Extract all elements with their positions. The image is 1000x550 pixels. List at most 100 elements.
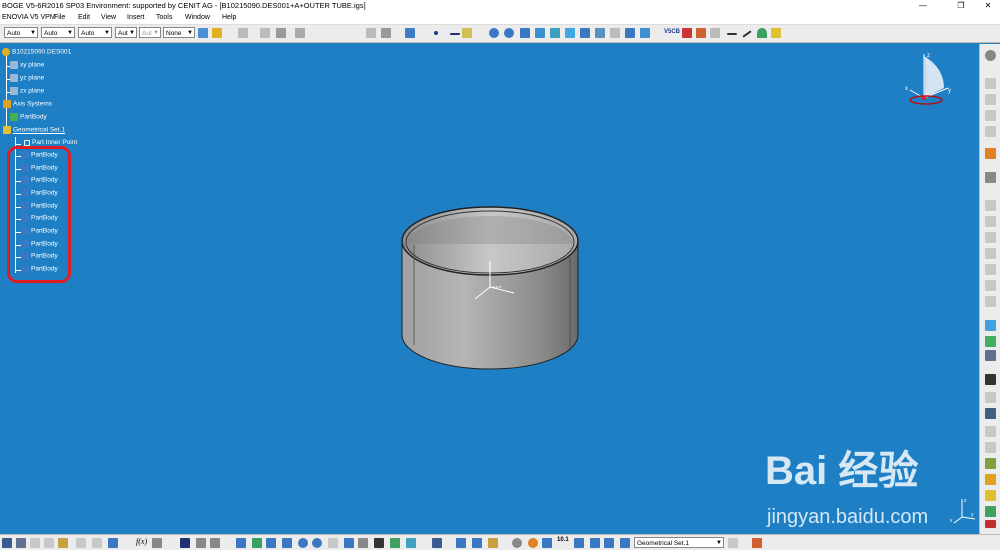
geometrical-set-icon[interactable] xyxy=(620,538,630,548)
layer-combo[interactable]: None ▼ xyxy=(163,27,195,38)
point-icon[interactable] xyxy=(434,31,438,35)
boundary-icon[interactable] xyxy=(640,28,650,38)
extrude-icon[interactable] xyxy=(489,28,499,38)
tool-icon[interactable] xyxy=(432,538,442,548)
close-button[interactable]: ✕ xyxy=(977,0,999,12)
save-all-icon[interactable] xyxy=(16,538,26,548)
tool-icon[interactable] xyxy=(985,442,996,453)
tool-icon[interactable] xyxy=(542,538,552,548)
tool-icon[interactable] xyxy=(528,538,538,548)
compass-icon[interactable]: z y x xyxy=(900,48,960,110)
tool-icon[interactable] xyxy=(985,296,996,307)
pan-icon[interactable] xyxy=(266,538,276,548)
tool-icon[interactable] xyxy=(196,538,206,548)
table-icon[interactable] xyxy=(180,538,190,548)
rotate-icon[interactable] xyxy=(282,538,292,548)
painter-icon[interactable] xyxy=(198,28,208,38)
point-symbol-combo[interactable]: Aut ▼ xyxy=(139,27,161,38)
tool-icon[interactable] xyxy=(472,538,482,548)
menu-file[interactable]: File xyxy=(54,14,65,21)
layer-filter-icon[interactable] xyxy=(238,28,248,38)
surface-tool-icon[interactable] xyxy=(985,336,996,347)
drawing-icon[interactable] xyxy=(771,28,781,38)
line-icon[interactable] xyxy=(450,33,460,35)
analysis-icon[interactable] xyxy=(696,28,706,38)
tree-item-xy-plane[interactable]: xy plane xyxy=(10,61,44,71)
tree-root[interactable]: B10215090.DES001 xyxy=(2,48,71,58)
sketcher-icon[interactable] xyxy=(985,172,996,183)
surface-tool-icon[interactable] xyxy=(985,320,996,331)
tool-icon[interactable] xyxy=(985,506,996,517)
work-support-icon[interactable] xyxy=(381,28,391,38)
tool-icon[interactable] xyxy=(985,248,996,259)
draft-analysis-icon[interactable] xyxy=(710,28,720,38)
undo-icon[interactable] xyxy=(76,538,86,548)
tool-icon[interactable] xyxy=(985,490,996,501)
iso-view-icon[interactable] xyxy=(344,538,354,548)
hide-show-icon[interactable] xyxy=(374,538,384,548)
tool-icon[interactable] xyxy=(985,408,996,419)
measure-icon[interactable] xyxy=(682,28,692,38)
sweep-icon[interactable] xyxy=(535,28,545,38)
join-icon[interactable] xyxy=(595,28,605,38)
revolve-icon[interactable] xyxy=(504,28,514,38)
formula-button[interactable]: f(x) xyxy=(136,537,147,546)
tool-icon[interactable] xyxy=(728,538,738,548)
tool-icon[interactable] xyxy=(985,426,996,437)
grid-icon[interactable] xyxy=(276,28,286,38)
tool-icon[interactable] xyxy=(985,520,996,528)
tree-item-yz-plane[interactable]: yz plane xyxy=(10,74,44,84)
tool-icon[interactable] xyxy=(985,374,996,385)
tree-item-partbody[interactable]: PartBody xyxy=(10,113,47,123)
transparency-combo[interactable]: Auto ▼ xyxy=(41,27,75,38)
cut-icon[interactable] xyxy=(30,538,40,548)
tool-icon[interactable] xyxy=(985,78,996,89)
plane-icon[interactable] xyxy=(405,28,415,38)
tool-icon[interactable] xyxy=(604,538,614,548)
color-combo[interactable]: Auto ▼ xyxy=(4,27,38,38)
menu-view[interactable]: View xyxy=(101,14,116,21)
menu-edit[interactable]: Edit xyxy=(78,14,90,21)
zoom-in-icon[interactable] xyxy=(298,538,308,548)
sketch-icon[interactable] xyxy=(366,28,376,38)
maximize-button[interactable]: ❐ xyxy=(950,0,972,12)
copy-icon[interactable] xyxy=(44,538,54,548)
fill-icon[interactable] xyxy=(550,28,560,38)
line-type-combo[interactable]: Aut ▼ xyxy=(115,27,137,38)
dash-line-icon[interactable] xyxy=(727,33,737,35)
tool-icon[interactable] xyxy=(985,474,996,485)
zoom-out-icon[interactable] xyxy=(312,538,322,548)
menu-help[interactable]: Help xyxy=(222,14,236,21)
snap-icon[interactable] xyxy=(295,28,305,38)
tree-item-geometrical-set[interactable]: Geometrical Set.1 xyxy=(3,126,65,136)
comment-icon[interactable] xyxy=(152,538,162,548)
tool-icon[interactable] xyxy=(985,232,996,243)
fit-all-icon[interactable] xyxy=(252,538,262,548)
paintbrush-icon[interactable] xyxy=(212,28,222,38)
arc-icon[interactable] xyxy=(757,28,767,38)
tree-item-zx-plane[interactable]: zx plane xyxy=(10,87,44,97)
v5cb-label[interactable]: V5CB xyxy=(664,29,680,35)
menu-window[interactable]: Window xyxy=(185,14,210,21)
trim-icon[interactable] xyxy=(625,28,635,38)
tree-item-axis-systems[interactable]: Axis Systems xyxy=(3,100,52,110)
diagonal-line-icon[interactable] xyxy=(742,30,752,38)
save-icon[interactable] xyxy=(2,538,12,548)
tool-icon[interactable] xyxy=(752,538,762,548)
minimize-button[interactable]: — xyxy=(912,0,934,12)
tool-icon[interactable] xyxy=(985,126,996,137)
sphere-icon[interactable] xyxy=(520,28,530,38)
properties-icon[interactable] xyxy=(260,28,270,38)
menu-insert[interactable]: Insert xyxy=(127,14,145,21)
tool-icon[interactable] xyxy=(985,458,996,469)
tool-icon[interactable] xyxy=(406,538,416,548)
line-thickness-combo[interactable]: Auto ▼ xyxy=(78,27,112,38)
blend-icon[interactable] xyxy=(580,28,590,38)
tool-icon[interactable] xyxy=(985,216,996,227)
tool-icon[interactable] xyxy=(512,538,522,548)
tool-icon[interactable] xyxy=(985,94,996,105)
tool-icon[interactable] xyxy=(985,392,996,403)
tool-icon[interactable] xyxy=(210,538,220,548)
tool-icon[interactable] xyxy=(985,110,996,121)
current-set-combo[interactable]: Geometrical Set.1 ▼ xyxy=(634,537,724,548)
